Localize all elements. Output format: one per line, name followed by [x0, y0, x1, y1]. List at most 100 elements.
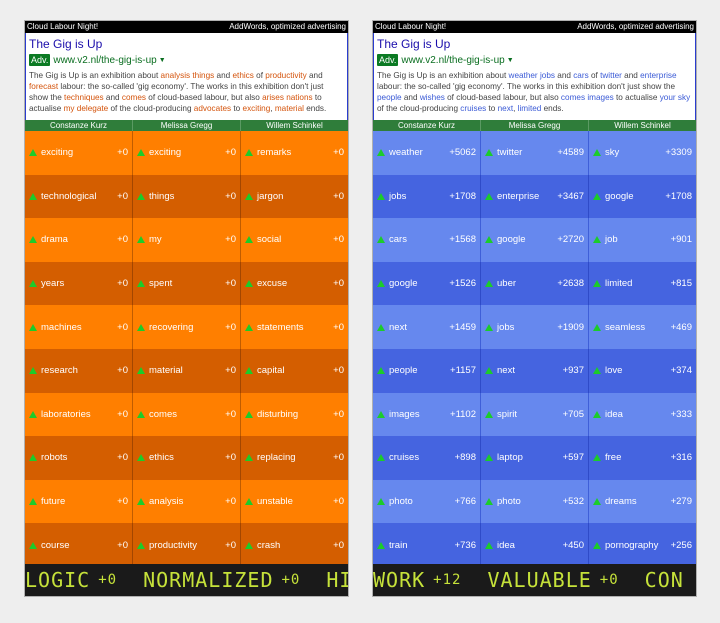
up-arrow-icon[interactable] — [593, 149, 601, 157]
word-cell[interactable]: sky +3309 — [589, 131, 696, 175]
word-cell[interactable]: ethics +0 — [133, 436, 241, 480]
word-cell[interactable]: course +0 — [25, 523, 133, 567]
word-cell[interactable]: next +1459 — [373, 305, 481, 349]
up-arrow-icon[interactable] — [137, 410, 145, 418]
up-arrow-icon[interactable] — [29, 192, 37, 200]
word-cell[interactable]: google +2720 — [481, 218, 589, 262]
up-arrow-icon[interactable] — [377, 323, 385, 331]
up-arrow-icon[interactable] — [245, 541, 253, 549]
up-arrow-icon[interactable] — [377, 367, 385, 375]
up-arrow-icon[interactable] — [377, 149, 385, 157]
word-cell[interactable]: limited +815 — [589, 261, 696, 306]
word-cell[interactable]: dreams +279 — [589, 479, 696, 524]
up-arrow-icon[interactable] — [29, 236, 37, 244]
up-arrow-icon[interactable] — [137, 498, 145, 506]
up-arrow-icon[interactable] — [245, 498, 253, 506]
word-cell[interactable]: future +0 — [25, 479, 133, 524]
up-arrow-icon[interactable] — [485, 323, 493, 331]
up-arrow-icon[interactable] — [485, 410, 493, 418]
up-arrow-icon[interactable] — [485, 192, 493, 200]
up-arrow-icon[interactable] — [485, 149, 493, 157]
up-arrow-icon[interactable] — [245, 410, 253, 418]
word-cell[interactable]: google +1526 — [373, 261, 481, 306]
up-arrow-icon[interactable] — [29, 367, 37, 375]
word-cell[interactable]: excuse +0 — [241, 261, 348, 306]
up-arrow-icon[interactable] — [137, 192, 145, 200]
word-cell[interactable]: spent +0 — [133, 261, 241, 306]
up-arrow-icon[interactable] — [245, 454, 253, 462]
up-arrow-icon[interactable] — [29, 410, 37, 418]
word-cell[interactable]: uber +2638 — [481, 261, 589, 306]
word-cell[interactable]: my +0 — [133, 218, 241, 262]
word-cell[interactable]: years +0 — [25, 261, 133, 306]
word-cell[interactable]: jargon +0 — [241, 174, 348, 219]
word-cell[interactable]: statements +0 — [241, 305, 348, 349]
word-cell[interactable]: replacing +0 — [241, 436, 348, 480]
word-cell[interactable]: material +0 — [133, 348, 241, 393]
ad-url[interactable]: www.v2.nl/the-gig-is-up — [401, 55, 504, 66]
word-cell[interactable]: productivity +0 — [133, 523, 241, 567]
up-arrow-icon[interactable] — [245, 323, 253, 331]
up-arrow-icon[interactable] — [377, 541, 385, 549]
up-arrow-icon[interactable] — [485, 367, 493, 375]
word-cell[interactable]: things +0 — [133, 174, 241, 219]
up-arrow-icon[interactable] — [593, 323, 601, 331]
ad-url[interactable]: www.v2.nl/the-gig-is-up — [53, 55, 156, 66]
word-cell[interactable]: cruises +898 — [373, 436, 481, 480]
word-cell[interactable]: jobs +1909 — [481, 305, 589, 349]
ad-title-link[interactable]: The Gig is Up — [377, 37, 692, 51]
word-cell[interactable]: comes +0 — [133, 392, 241, 437]
word-cell[interactable]: analysis +0 — [133, 479, 241, 524]
word-cell[interactable]: train +736 — [373, 523, 481, 567]
up-arrow-icon[interactable] — [485, 280, 493, 288]
word-cell[interactable]: idea +450 — [481, 523, 589, 567]
word-cell[interactable]: cars +1568 — [373, 218, 481, 262]
up-arrow-icon[interactable] — [245, 280, 253, 288]
up-arrow-icon[interactable] — [377, 192, 385, 200]
word-cell[interactable]: drama +0 — [25, 218, 133, 262]
up-arrow-icon[interactable] — [593, 367, 601, 375]
word-cell[interactable]: enterprise +3467 — [481, 174, 589, 219]
up-arrow-icon[interactable] — [377, 236, 385, 244]
up-arrow-icon[interactable] — [593, 410, 601, 418]
up-arrow-icon[interactable] — [593, 192, 601, 200]
word-cell[interactable]: laptop +597 — [481, 436, 589, 480]
word-cell[interactable]: idea +333 — [589, 392, 696, 437]
up-arrow-icon[interactable] — [137, 367, 145, 375]
word-cell[interactable]: unstable +0 — [241, 479, 348, 524]
word-cell[interactable]: people +1157 — [373, 348, 481, 393]
word-cell[interactable]: weather +5062 — [373, 131, 481, 175]
up-arrow-icon[interactable] — [245, 192, 253, 200]
up-arrow-icon[interactable] — [377, 454, 385, 462]
up-arrow-icon[interactable] — [485, 236, 493, 244]
up-arrow-icon[interactable] — [485, 454, 493, 462]
word-cell[interactable]: exciting +0 — [25, 131, 133, 175]
word-cell[interactable]: twitter +4589 — [481, 131, 589, 175]
up-arrow-icon[interactable] — [245, 367, 253, 375]
word-cell[interactable]: pornography +256 — [589, 523, 696, 567]
word-cell[interactable]: job +901 — [589, 218, 696, 262]
up-arrow-icon[interactable] — [245, 149, 253, 157]
word-cell[interactable]: recovering +0 — [133, 305, 241, 349]
word-cell[interactable]: spirit +705 — [481, 392, 589, 437]
word-cell[interactable]: social +0 — [241, 218, 348, 262]
word-cell[interactable]: jobs +1708 — [373, 174, 481, 219]
up-arrow-icon[interactable] — [137, 149, 145, 157]
up-arrow-icon[interactable] — [377, 498, 385, 506]
chevron-down-icon[interactable]: ▼ — [159, 57, 166, 64]
up-arrow-icon[interactable] — [593, 236, 601, 244]
word-cell[interactable]: seamless +469 — [589, 305, 696, 349]
up-arrow-icon[interactable] — [29, 541, 37, 549]
up-arrow-icon[interactable] — [137, 323, 145, 331]
word-cell[interactable]: crash +0 — [241, 523, 348, 567]
up-arrow-icon[interactable] — [29, 498, 37, 506]
up-arrow-icon[interactable] — [29, 323, 37, 331]
word-cell[interactable]: photo +532 — [481, 479, 589, 524]
up-arrow-icon[interactable] — [137, 236, 145, 244]
word-cell[interactable]: next +937 — [481, 348, 589, 393]
up-arrow-icon[interactable] — [593, 280, 601, 288]
up-arrow-icon[interactable] — [137, 280, 145, 288]
up-arrow-icon[interactable] — [593, 454, 601, 462]
word-cell[interactable]: machines +0 — [25, 305, 133, 349]
up-arrow-icon[interactable] — [485, 541, 493, 549]
